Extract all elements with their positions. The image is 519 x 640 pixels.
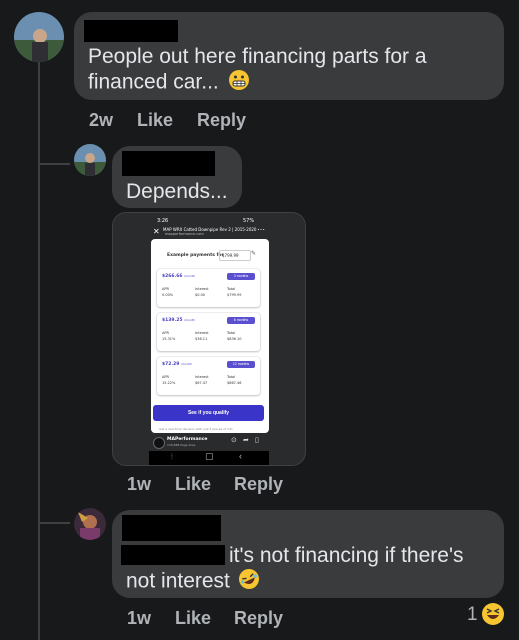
plan-per: /month: [180, 362, 192, 366]
reaction-count[interactable]: 1: [467, 604, 478, 626]
plan-card[interactable]: $72.29 /month 12 months APR Interest Tot…: [157, 357, 260, 395]
plan-monthly: $266.66: [162, 274, 183, 279]
plan-per: /month: [184, 274, 195, 278]
col-interest: Interest: [195, 287, 209, 291]
plan-per: /month: [184, 318, 195, 322]
plan-card[interactable]: $139.25 /month 6 months APR Interest Tot…: [157, 313, 260, 351]
bookmark-icon[interactable]: ▯: [255, 436, 259, 444]
like-button[interactable]: Like: [137, 110, 173, 131]
avatar[interactable]: [74, 144, 106, 176]
home-icon[interactable]: ▢: [205, 451, 214, 462]
plan-apr: 15.22%: [162, 381, 176, 385]
thread-line: [38, 60, 40, 640]
battery-level: 57%: [243, 218, 255, 224]
attached-image[interactable]: 3:26 57% ✕ MAP WRX Catted Downpipe Rev 2…: [112, 212, 306, 466]
navigation-bar: ⦙ ▢ ‹: [149, 451, 269, 465]
redacted-mention[interactable]: [121, 545, 225, 565]
commenter-name[interactable]: [122, 151, 215, 176]
plan-interest: $36.11: [195, 337, 208, 341]
comment-text: People out here financing parts for a: [88, 45, 427, 68]
commenter-name[interactable]: [84, 20, 178, 42]
plan-interest: $0.00: [195, 293, 206, 297]
plan-monthly: $139.25: [162, 318, 183, 323]
example-payments-label: Example payments for: [167, 253, 224, 258]
plan-monthly: $72.29: [162, 362, 180, 367]
recent-apps-icon[interactable]: ⦙: [171, 452, 173, 462]
plan-total: $836.10: [227, 337, 242, 341]
plan-months-badge: 6 months: [227, 317, 255, 324]
col-interest: Interest: [195, 375, 209, 379]
col-apr: APR: [162, 331, 169, 335]
comment-text: financed car...: [88, 69, 250, 97]
col-apr: APR: [162, 287, 169, 291]
see-if-you-qualify-button[interactable]: See if you qualify: [153, 405, 264, 421]
reply-button[interactable]: Reply: [234, 474, 283, 495]
col-interest: Interest: [195, 331, 209, 335]
avatar[interactable]: [74, 508, 106, 540]
price-selector[interactable]: $799.99: [219, 250, 251, 261]
avatar[interactable]: [14, 12, 64, 62]
status-bar: 3:26 57%: [157, 218, 263, 225]
close-icon[interactable]: ✕: [153, 227, 160, 236]
reply-connector: [38, 522, 70, 524]
pencil-icon[interactable]: ✎: [251, 250, 256, 257]
page-name[interactable]: MAPerformance: [167, 437, 207, 442]
comment-time[interactable]: 1w: [127, 608, 151, 629]
reply-button[interactable]: Reply: [234, 608, 283, 629]
share-icon[interactable]: ➦: [243, 436, 249, 444]
rolling-on-floor-laughing-icon: [238, 568, 260, 596]
like-button[interactable]: Like: [175, 608, 211, 629]
plan-total: $867.46: [227, 381, 242, 385]
plan-total: $799.99: [227, 293, 242, 297]
comment-text: not interest: [126, 568, 260, 596]
col-total: Total: [227, 331, 236, 335]
page-avatar[interactable]: [153, 437, 165, 449]
col-apr: APR: [162, 375, 169, 379]
col-total: Total: [227, 287, 236, 291]
browser-url: mapperformance.com: [165, 232, 204, 236]
commenter-name[interactable]: [122, 515, 221, 541]
reply-connector: [38, 163, 70, 165]
plan-months-badge: 12 months: [227, 361, 255, 368]
comment-text: Depends...: [126, 180, 228, 203]
reply-button[interactable]: Reply: [197, 110, 246, 131]
col-total: Total: [227, 375, 236, 379]
back-icon[interactable]: ‹: [239, 451, 242, 461]
plan-months-badge: 3 months: [227, 273, 255, 280]
plan-apr: 0.00%: [162, 293, 174, 297]
comment-time[interactable]: 2w: [89, 110, 113, 131]
like-reaction-icon[interactable]: ⊙: [231, 436, 237, 444]
comment-time[interactable]: 1w: [127, 474, 151, 495]
plan-apr: 15.31%: [162, 337, 176, 341]
footnote: Get a real-time decision with just 5 pie…: [159, 427, 233, 431]
status-time: 3:26: [157, 218, 169, 224]
page-likes: 136,888 Page likes: [167, 443, 196, 447]
laughing-face-icon[interactable]: [481, 602, 505, 631]
comment-text: it's not financing if there's: [229, 544, 464, 567]
plan-card[interactable]: $266.66 /month 3 months APR Interest Tot…: [157, 269, 260, 307]
more-options-icon[interactable]: ⋯: [257, 225, 265, 234]
grimacing-face-icon: [228, 69, 250, 97]
like-button[interactable]: Like: [175, 474, 211, 495]
plan-interest: $67.47: [195, 381, 208, 385]
